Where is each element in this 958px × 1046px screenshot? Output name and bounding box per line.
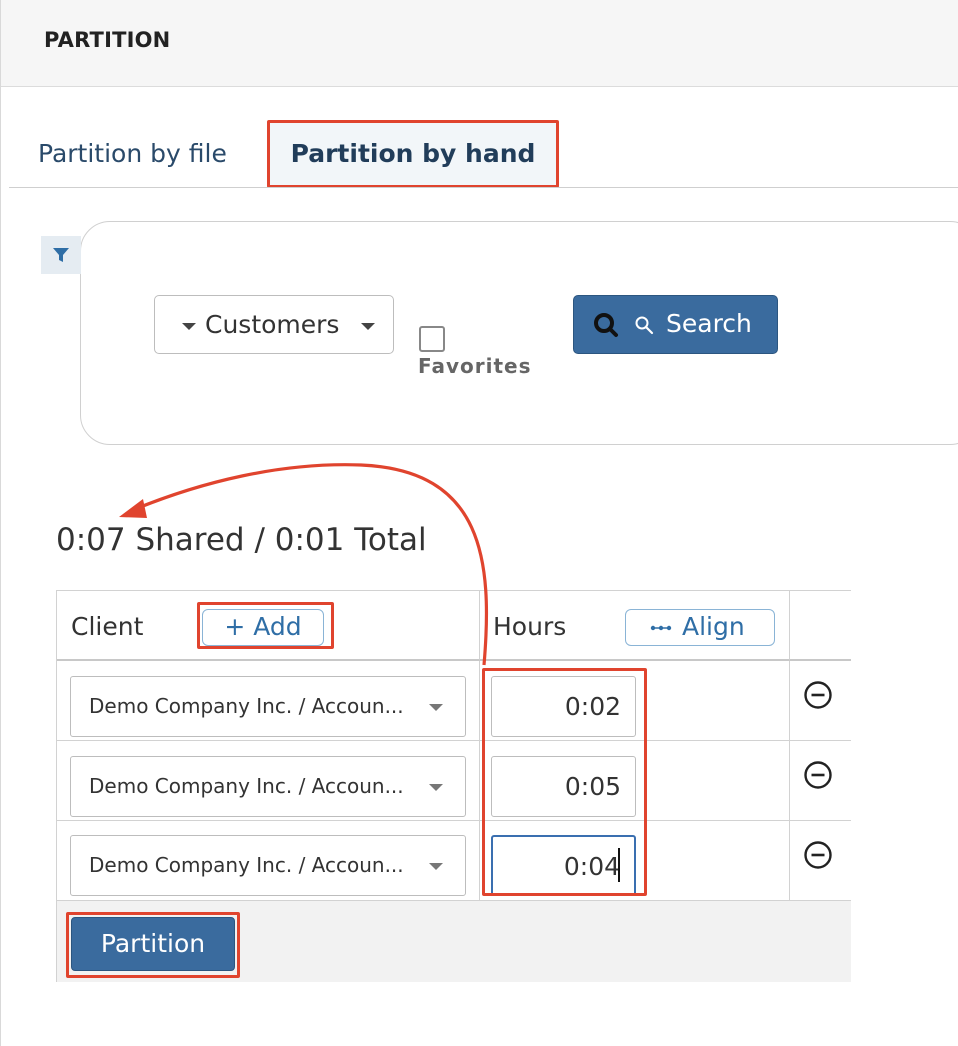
- entity-select-value: Customers: [205, 310, 340, 339]
- page-header: PARTITION: [1, 0, 958, 87]
- client-select-value: Demo Company Inc. / Accoun...: [89, 774, 404, 798]
- search-icon: [594, 313, 618, 337]
- entity-select[interactable]: Customers: [154, 295, 394, 354]
- filter-toggle[interactable]: [41, 236, 81, 274]
- actions-header-cell: [790, 591, 851, 661]
- shared-total-summary: 0:07 Shared / 0:01 Total: [56, 522, 427, 558]
- client-column-title: Client: [71, 612, 144, 641]
- search-button[interactable]: Search: [573, 295, 778, 354]
- hours-input[interactable]: 0:05: [491, 756, 636, 817]
- chevron-down-icon: [429, 704, 443, 711]
- ellipsis-icon: [650, 625, 672, 631]
- minus-circle-icon[interactable]: [803, 760, 833, 790]
- add-client-button[interactable]: + Add: [202, 609, 324, 646]
- filter-icon: [53, 248, 69, 262]
- partition-page: PARTITION Partition by file Partition by…: [0, 0, 958, 1046]
- tab-partition-by-hand[interactable]: Partition by hand: [269, 122, 557, 186]
- favorites-checkbox[interactable]: [419, 326, 445, 352]
- client-select-value: Demo Company Inc. / Accoun...: [89, 853, 404, 877]
- caret-down-icon: [182, 323, 196, 330]
- align-button[interactable]: Align: [625, 609, 775, 646]
- tabs-divider: [9, 187, 958, 188]
- align-button-label: Align: [682, 612, 745, 641]
- client-select-value: Demo Company Inc. / Accoun...: [89, 694, 404, 718]
- text-cursor: [618, 848, 620, 882]
- favorites-label: Favorites: [418, 354, 532, 378]
- hours-input[interactable]: 0:02: [491, 676, 636, 737]
- chevron-down-icon: [429, 784, 443, 791]
- minus-circle-icon[interactable]: [803, 840, 833, 870]
- hours-input[interactable]: 0:04: [491, 835, 636, 896]
- client-select[interactable]: Demo Company Inc. / Accoun...: [70, 676, 466, 737]
- search-button-label: Search: [666, 309, 752, 338]
- client-select[interactable]: Demo Company Inc. / Accoun...: [70, 756, 466, 817]
- chevron-down-icon: [361, 323, 375, 330]
- page-title: PARTITION: [44, 28, 171, 52]
- search-icon: [635, 316, 654, 335]
- client-select[interactable]: Demo Company Inc. / Accoun...: [70, 835, 466, 896]
- minus-circle-icon[interactable]: [803, 680, 833, 710]
- partition-button[interactable]: Partition: [71, 917, 235, 971]
- tab-partition-by-file[interactable]: Partition by file: [38, 139, 227, 168]
- chevron-down-icon: [429, 863, 443, 870]
- hours-column-title: Hours: [493, 612, 567, 641]
